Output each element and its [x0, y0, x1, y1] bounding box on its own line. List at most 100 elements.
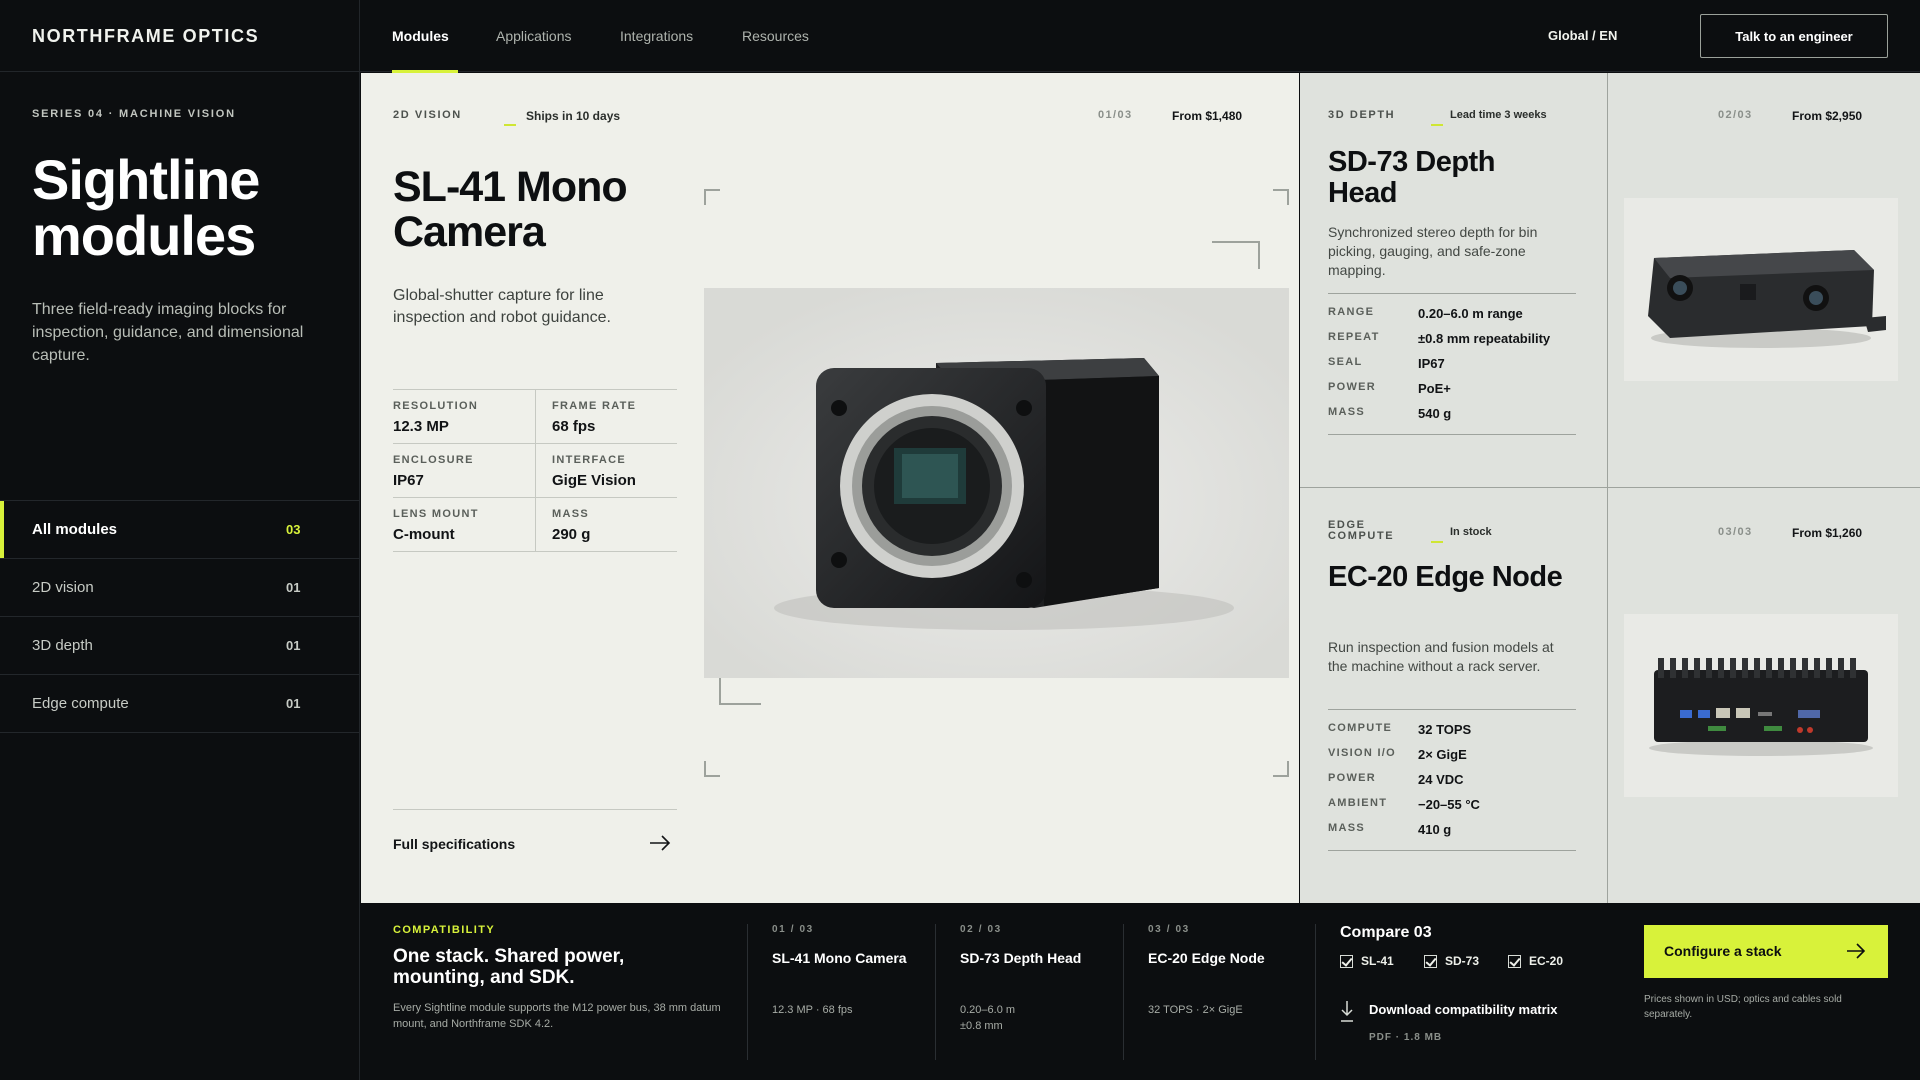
product-price: From $1,260	[1792, 526, 1863, 540]
product-card-sd73: 3D DEPTH Lead time 3 weeks 02/03 From $2…	[1300, 73, 1920, 488]
checkbox-label: EC-20	[1529, 954, 1564, 968]
filter-edge-compute[interactable]: Edge compute 01	[0, 674, 360, 732]
download-file-meta: PDF · 1.8 MB	[1369, 1032, 1443, 1043]
spec-value: ±0.8 mm repeatability	[1418, 331, 1551, 346]
filter-2d-vision[interactable]: 2D vision 01	[0, 558, 360, 616]
compatibility-title: One stack. Shared power, mounting, and S…	[393, 946, 625, 988]
product-card-ec20: EDGE COMPUTE In stock 03/03 From $1,260 …	[1300, 488, 1920, 903]
spec-value: 540 g	[1418, 406, 1452, 421]
product-category: 2D VISION	[393, 109, 462, 121]
spec-row: RANGE 0.20–6.0 m range	[1328, 306, 1576, 331]
product-price: From $2,950	[1792, 109, 1863, 123]
module-spec: 0.20–6.0 m ±0.8 mm	[960, 1004, 1016, 1032]
nav-modules[interactable]: Modules	[392, 28, 449, 44]
spec-value: 410 g	[1418, 822, 1452, 837]
checkbox-checked-icon	[1424, 954, 1437, 968]
spec-key: SEAL	[1328, 356, 1363, 368]
filter-count: 01	[286, 638, 301, 653]
link-label: Full specifications	[393, 836, 516, 852]
spec-interface: INTERFACE GigE Vision	[535, 444, 677, 498]
full-specifications-link[interactable]: Full specifications	[393, 809, 677, 875]
page-description: Three field-ready imaging blocks for ins…	[32, 301, 304, 364]
spec-key: POWER	[1328, 772, 1377, 784]
product-description: Synchronized stereo depth for bin pickin…	[1328, 224, 1538, 278]
spec-value: C-mount	[393, 526, 455, 543]
product-image-ec20	[1624, 614, 1898, 797]
spec-row: MASS 410 g	[1328, 822, 1576, 847]
spec-key: FRAME RATE	[552, 400, 637, 412]
spec-row: POWER 24 VDC	[1328, 772, 1576, 797]
nav-applications[interactable]: Applications	[496, 28, 572, 44]
filter-3d-depth[interactable]: 3D depth 01	[0, 616, 360, 674]
product-pager: 03/03	[1718, 526, 1753, 538]
product-title: SD-73 Depth Head	[1328, 146, 1495, 209]
spec-grid: RESOLUTION 12.3 MP FRAME RATE 68 fps ENC…	[393, 389, 677, 552]
spec-value: 290 g	[552, 526, 591, 543]
spec-key: MASS	[552, 508, 589, 520]
page-title: Sightline modules	[32, 148, 260, 267]
product-description: Run inspection and fusion models at the …	[1328, 639, 1554, 674]
checkbox-label: SD-73	[1445, 954, 1480, 968]
spec-key: INTERFACE	[552, 454, 627, 466]
product-category: 3D DEPTH	[1328, 109, 1396, 121]
compare-checkbox-sl41[interactable]: SL-41	[1340, 954, 1394, 968]
module-spec: 32 TOPS · 2× GigE	[1148, 1004, 1243, 1016]
arrow-right-icon	[650, 835, 671, 851]
filter-label: 2D vision	[32, 579, 94, 596]
spec-value: 24 VDC	[1418, 772, 1464, 787]
download-icon	[1341, 1001, 1353, 1022]
product-pager: 02/03	[1718, 109, 1753, 121]
spec-value: −20–55 °C	[1418, 797, 1480, 812]
filter-all-modules[interactable]: All modules 03	[0, 500, 360, 559]
frame-bracket	[1212, 241, 1260, 269]
nav-integrations[interactable]: Integrations	[620, 28, 693, 44]
spec-resolution: RESOLUTION 12.3 MP	[393, 390, 535, 444]
spec-key: REPEAT	[1328, 331, 1380, 343]
compare-checkbox-sd73[interactable]: SD-73	[1424, 954, 1479, 968]
checkbox-checked-icon	[1508, 954, 1521, 968]
availability-dash	[504, 113, 516, 131]
compare-checkbox-ec20[interactable]: EC-20	[1508, 954, 1563, 968]
divider	[747, 924, 748, 1060]
frame-corner	[1273, 189, 1289, 205]
locale-selector[interactable]: Global / EN	[1548, 28, 1617, 43]
availability-status: Ships in 10 days	[526, 109, 621, 123]
download-matrix-link[interactable]: Download compatibility matrix	[1369, 1002, 1558, 1017]
spec-value: PoE+	[1418, 381, 1451, 396]
brand-logo[interactable]: NORTHFRAME OPTICS	[32, 26, 259, 47]
divider	[1607, 73, 1608, 488]
spec-row: MASS 540 g	[1328, 406, 1576, 431]
filter-count: 03	[286, 522, 301, 537]
module-name[interactable]: SD-73 Depth Head	[960, 950, 1081, 966]
talk-to-engineer-button[interactable]: Talk to an engineer	[1700, 14, 1888, 58]
availability-dash	[1431, 530, 1443, 548]
spec-frame-rate: FRAME RATE 68 fps	[535, 390, 677, 444]
spec-list: RANGE 0.20–6.0 m range REPEAT ±0.8 mm repe…	[1328, 293, 1576, 435]
configure-stack-button[interactable]: Configure a stack	[1644, 925, 1888, 978]
availability-status: Lead time 3 weeks	[1450, 109, 1547, 121]
divider	[0, 732, 360, 733]
product-description: Global-shutter capture for line inspecti…	[393, 287, 611, 326]
divider	[1315, 924, 1316, 1060]
spec-row: AMBIENT −20–55 °C	[1328, 797, 1576, 822]
spec-key: POWER	[1328, 381, 1377, 393]
divider	[359, 0, 360, 72]
product-image-sl41	[704, 288, 1289, 678]
compatibility-description: Every Sightline module supports the M12 …	[393, 1002, 721, 1030]
product-title: SL-41 Mono Camera	[393, 163, 628, 256]
spec-row: REPEAT ±0.8 mm repeatability	[1328, 331, 1576, 356]
module-name[interactable]: EC-20 Edge Node	[1148, 950, 1265, 966]
nav-resources[interactable]: Resources	[742, 28, 809, 44]
spec-row: COMPUTE 32 TOPS	[1328, 722, 1576, 747]
spec-value: 68 fps	[552, 418, 596, 435]
spec-value: IP67	[1418, 356, 1445, 371]
spec-row: VISION I/O 2× GigE	[1328, 747, 1576, 772]
spec-key: ENCLOSURE	[393, 454, 474, 466]
module-index: 02 / 03	[960, 924, 1002, 935]
compatibility-eyebrow: COMPATIBILITY	[393, 924, 496, 936]
product-pager: 01/03	[1098, 109, 1133, 121]
spec-mass: MASS 290 g	[535, 498, 677, 552]
spec-lens-mount: LENS MOUNT C-mount	[393, 498, 535, 552]
filter-label: 3D depth	[32, 637, 93, 654]
module-name[interactable]: SL-41 Mono Camera	[772, 950, 907, 966]
